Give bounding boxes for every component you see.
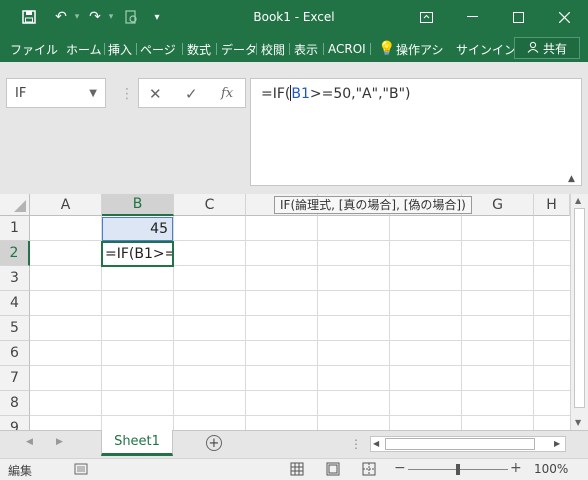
- tab-file[interactable]: ファイル: [10, 39, 58, 59]
- tab-review[interactable]: 校閲: [261, 39, 285, 59]
- tab-insert[interactable]: 挿入: [108, 39, 132, 59]
- column-header-g[interactable]: G: [462, 194, 534, 216]
- name-box-value: IF: [15, 85, 27, 101]
- macro-record-icon[interactable]: [74, 462, 88, 479]
- tab-separator: [104, 43, 105, 55]
- status-mode: 編集: [8, 464, 33, 478]
- gridline: [533, 216, 534, 430]
- row-header-4[interactable]: 4: [0, 291, 30, 316]
- check-icon[interactable]: ✓: [185, 85, 198, 103]
- row-header-9[interactable]: 9: [0, 416, 30, 430]
- tell-me-search[interactable]: 操作アシ: [396, 39, 444, 59]
- scroll-thumb[interactable]: [574, 208, 585, 408]
- splitter-handle-icon[interactable]: ⋮: [120, 86, 134, 102]
- tab-separator: [289, 43, 290, 55]
- gridline: [30, 340, 570, 341]
- add-sheet-icon[interactable]: +: [206, 435, 222, 451]
- sheet-tab-bar: ◀ ▶ Sheet1 + ⋮ ◀ ▶: [0, 430, 588, 458]
- row-header-7[interactable]: 7: [0, 366, 30, 391]
- scroll-tabs-left-icon[interactable]: ◀: [26, 437, 33, 447]
- share-button[interactable]: 共有: [514, 37, 580, 59]
- column-header-b[interactable]: B: [102, 194, 174, 216]
- scroll-up-icon[interactable]: ▲: [575, 196, 581, 205]
- row-header-8[interactable]: 8: [0, 391, 30, 416]
- scroll-right-icon[interactable]: ▶: [554, 439, 560, 448]
- formula-bar[interactable]: =IF(B1>=50,"A","B"): [250, 78, 582, 186]
- title-bar: ↶ ▾ ↷ ▾ ▾ Book1 - Excel: [0, 0, 588, 34]
- person-icon: [527, 41, 539, 56]
- formula-suffix: >=50,"A","B"): [309, 86, 411, 102]
- gridline: [30, 365, 570, 366]
- minimize-icon[interactable]: [450, 4, 494, 30]
- sign-in-link[interactable]: サインイン: [456, 39, 516, 59]
- gridline: [389, 216, 390, 430]
- lightbulb-icon: 💡: [378, 41, 396, 57]
- scroll-down-icon[interactable]: ▼: [575, 418, 581, 427]
- row-header-6[interactable]: 6: [0, 341, 30, 366]
- formula-buttons: ✕ ✓ fx: [138, 78, 246, 108]
- gridline: [30, 390, 570, 391]
- sheet-tab-sheet1[interactable]: Sheet1: [101, 430, 173, 456]
- name-box[interactable]: IF ▼: [6, 78, 106, 108]
- row-header-1[interactable]: 1: [0, 216, 30, 241]
- formula-reference: B1: [291, 86, 310, 102]
- gridline: [461, 216, 462, 430]
- column-header-h[interactable]: H: [534, 194, 570, 216]
- zoom-out-icon[interactable]: −: [394, 460, 406, 476]
- gridline: [245, 216, 246, 430]
- horizontal-scrollbar[interactable]: ◀ ▶: [370, 436, 566, 452]
- tab-acrobat[interactable]: ACROI: [328, 39, 366, 59]
- ribbon-tabs: ファイル ホーム 挿入 ページ 数式 データ 校閲 表示 ACROI 💡 操作ア…: [0, 34, 588, 62]
- share-label: 共有: [542, 41, 567, 56]
- row-header-5[interactable]: 5: [0, 316, 30, 341]
- gridline: [30, 290, 570, 291]
- page-layout-view-icon[interactable]: [326, 462, 340, 479]
- tab-separator: [216, 43, 217, 55]
- formula-area: IF ▼ ⋮ ✕ ✓ fx =IF(B1>=50,"A","B") ▲: [0, 62, 588, 192]
- tab-separator: [370, 43, 371, 55]
- close-icon[interactable]: [542, 4, 586, 30]
- function-tooltip: IF(論理式, [真の場合], [偽の場合]): [274, 196, 472, 214]
- normal-view-icon[interactable]: [290, 462, 304, 479]
- tab-data[interactable]: データ: [221, 39, 257, 59]
- zoom-level[interactable]: 100%: [534, 462, 568, 476]
- row-header-2[interactable]: 2: [0, 241, 30, 266]
- maximize-icon[interactable]: [496, 4, 540, 30]
- scroll-left-icon[interactable]: ◀: [373, 439, 379, 448]
- tab-view[interactable]: 表示: [294, 39, 318, 59]
- column-header-c[interactable]: C: [174, 194, 246, 216]
- chevron-down-icon[interactable]: ▼: [89, 88, 97, 99]
- tab-separator: [182, 43, 183, 55]
- tab-separator: [323, 43, 324, 55]
- zoom-in-icon[interactable]: +: [510, 460, 522, 476]
- formula-prefix: =IF(: [261, 86, 291, 102]
- page-break-view-icon[interactable]: [362, 462, 376, 479]
- tab-home[interactable]: ホーム: [66, 39, 102, 59]
- tab-formulas[interactable]: 数式: [187, 39, 211, 59]
- row-header-3[interactable]: 3: [0, 266, 30, 291]
- gridline: [317, 216, 318, 430]
- scroll-tabs-right-icon[interactable]: ▶: [56, 437, 63, 447]
- insert-function-icon[interactable]: fx: [221, 86, 233, 101]
- ribbon-display-icon[interactable]: [404, 4, 448, 30]
- cell-b2-editing[interactable]: =IF(B1>=: [101, 241, 174, 267]
- horizontal-scroll-thumb[interactable]: [385, 438, 535, 450]
- status-bar: 編集 − + 100%: [0, 458, 588, 480]
- select-all-corner[interactable]: [0, 194, 30, 216]
- column-header-a[interactable]: A: [30, 194, 102, 216]
- gridline: [30, 415, 570, 416]
- gridline: [30, 315, 570, 316]
- tab-separator: [256, 43, 257, 55]
- worksheet-grid[interactable]: A B C D E F G H 1 2 3 4 5 6 7 8 9 45 =IF…: [0, 194, 570, 430]
- tab-separator: [136, 43, 137, 55]
- collapse-formula-bar-icon[interactable]: ▲: [568, 174, 575, 184]
- vertical-scrollbar[interactable]: ▲ ▼: [570, 194, 588, 430]
- tab-split-handle-icon[interactable]: ⋮: [350, 437, 362, 451]
- cell-b1[interactable]: 45: [102, 217, 173, 241]
- tab-page-layout[interactable]: ページ: [140, 39, 176, 59]
- zoom-slider-thumb[interactable]: [456, 464, 460, 475]
- cancel-icon[interactable]: ✕: [149, 85, 162, 103]
